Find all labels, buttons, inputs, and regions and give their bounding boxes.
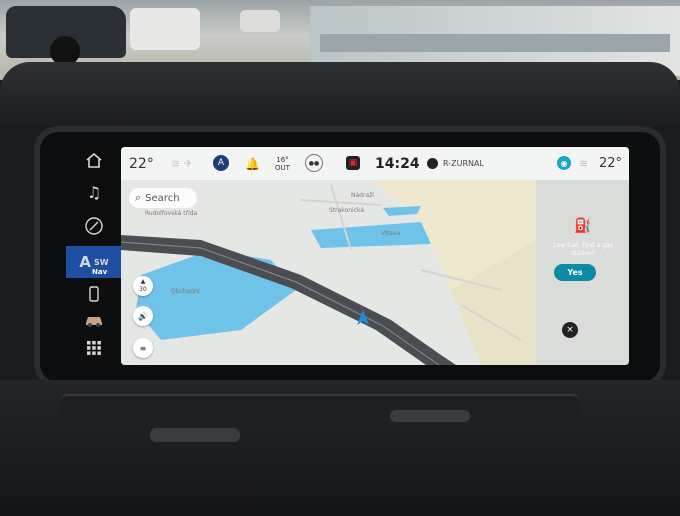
fuel-suggestion-panel: ⛽ Low fuel. Find a gas station? Yes × [536,180,629,365]
search-placeholder: Search [145,192,180,204]
speed-limit-sign[interactable]: ▲ 30 [133,276,153,296]
vehicle-icon[interactable] [66,306,122,334]
map-label: Vltava [381,230,401,237]
outside-temp-value: 16° [276,155,289,164]
fuel-pump-icon: ⛽ [574,218,592,234]
nav-label: Nav [92,268,108,276]
outside-temp: 16° OUT [275,147,290,180]
media-source-icon[interactable] [427,158,438,169]
apps-grid-icon[interactable] [66,334,122,362]
nav-button[interactable]: A SW Nav [66,246,122,278]
car-interior-photo: ♫ A SW Nav 22° ≋ ✈ A 🔔 16° OUT ●● ▣ 14:2… [0,0,680,516]
yes-button[interactable]: Yes [554,264,596,281]
speed-limit-icon: ▲ [140,278,146,285]
map-view[interactable]: Rudolfovská třída Vltava Nádraží Strakon… [121,180,536,365]
passenger-temp[interactable]: 22° [599,147,622,180]
parked-suv [6,6,126,66]
phone-icon[interactable] [66,280,122,308]
map-label: Strakonická [329,207,365,214]
climate-icon[interactable] [66,212,122,240]
menu-icon[interactable]: ≡ [133,338,153,358]
outside-temp-label: OUT [275,163,290,172]
clock[interactable]: 14:24 [375,147,420,180]
assistant-badge[interactable]: A [213,155,229,171]
fuel-message: Low fuel. Find a gas station? [553,242,613,257]
map-label: Obchodní [171,288,200,295]
home-icon[interactable] [66,146,122,174]
heading-label: SW [94,257,109,267]
dash-trim [60,394,580,418]
parked-car [130,8,200,50]
voice-assistant-icon[interactable]: ◉ [557,156,571,170]
media-source[interactable]: R-ZURNAL [443,147,484,180]
vent-slot-left [150,428,240,442]
driver-temp[interactable]: 22° [129,147,154,180]
speed-limit-value: 30 [139,286,147,293]
distant-car [240,10,280,32]
search-icon: ⌕ [135,191,142,204]
nav-arrow-icon: A [79,253,91,271]
volume-icon[interactable]: 🔊 [133,306,153,326]
dashboard-top [0,62,680,126]
app-icon[interactable]: ▣ [346,156,360,170]
map-search[interactable]: ⌕ Search [129,188,197,208]
app-rail: ♫ A SW Nav [66,146,122,366]
status-bar: 22° ≋ ✈ A 🔔 16° OUT ●● ▣ 14:24 ⌄ R-ZURNA… [121,147,629,185]
seat-heat-right-icon[interactable]: ≋ [579,147,588,180]
vent-slot-right [390,410,470,422]
bell-icon[interactable]: 🔔 [245,147,260,180]
seat-heat-icon[interactable]: ≋ ✈ [171,147,193,180]
connectivity-icon[interactable]: ●● [305,154,323,172]
map-label: Rudolfovská třída [145,210,198,217]
music-icon[interactable]: ♫ [66,178,122,206]
infotainment-screen: 22° ≋ ✈ A 🔔 16° OUT ●● ▣ 14:24 ⌄ R-ZURNA… [121,147,629,365]
close-icon[interactable]: × [562,322,578,338]
map-label: Nádraží [351,192,374,199]
